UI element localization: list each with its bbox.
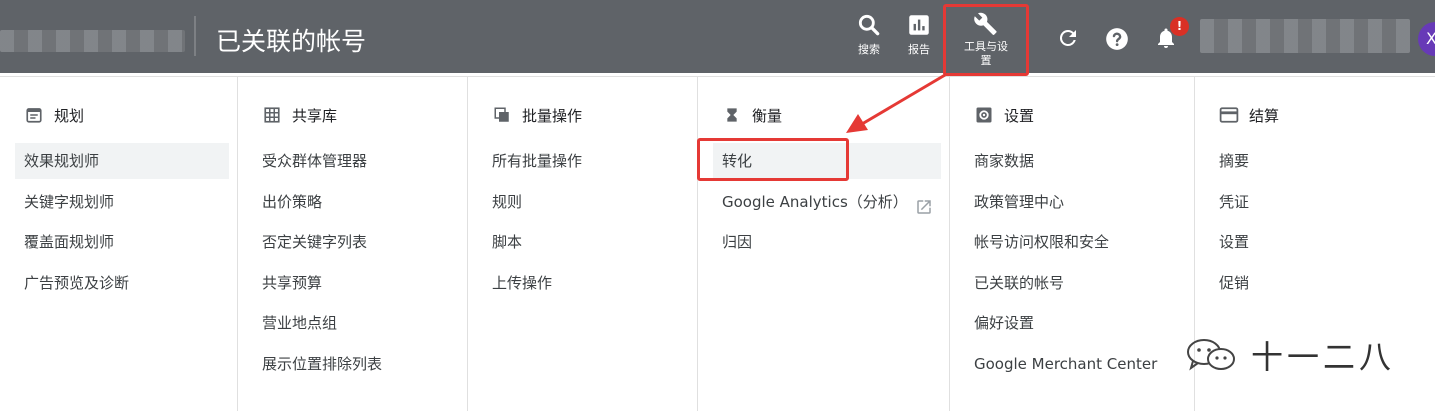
blurred-account-name — [0, 30, 185, 52]
gear-square-icon — [974, 105, 994, 125]
blurred-customer-info — [1200, 19, 1410, 53]
menu-item-rules[interactable]: 规则 — [483, 184, 689, 220]
report-label: 报告 — [908, 43, 930, 56]
wechat-icon — [1187, 339, 1235, 371]
menu-item-uploads[interactable]: 上传操作 — [483, 265, 689, 301]
menu-item-summary[interactable]: 摘要 — [1210, 143, 1427, 179]
hourglass-icon — [722, 105, 742, 125]
menu-item-linked-accounts[interactable]: 已关联的帐号 — [965, 265, 1186, 301]
copy-icon — [492, 105, 512, 125]
menu-item-label: Google Analytics（分析） — [722, 192, 908, 211]
watermark: 十一二八 — [1185, 332, 1395, 378]
menu-column-bulk-actions: 批量操作 所有批量操作 规则 脚本 上传操作 — [468, 77, 698, 411]
bar-chart-icon — [909, 15, 929, 35]
notification-badge: ! — [1170, 17, 1189, 36]
menu-item-promotions[interactable]: 促销 — [1210, 265, 1427, 301]
menu-item-scripts[interactable]: 脚本 — [483, 224, 689, 260]
top-app-bar: 已关联的帐号 搜索 报告 工具与设 置 ! X — [0, 0, 1435, 76]
menu-item-location-groups[interactable]: 营业地点组 — [253, 305, 459, 341]
menu-item-billing-settings[interactable]: 设置 — [1210, 224, 1427, 260]
grid-icon — [262, 105, 282, 125]
column-header: 设置 — [974, 104, 1034, 126]
tools-and-settings-button[interactable]: 工具与设 置 — [943, 4, 1029, 76]
watermark-text: 十一二八 — [1251, 338, 1396, 376]
search-label: 搜索 — [858, 43, 880, 56]
menu-item-documents[interactable]: 凭证 — [1210, 184, 1427, 220]
search-button[interactable]: 搜索 — [856, 12, 882, 57]
calendar-icon — [24, 105, 44, 125]
menu-item-performance-planner[interactable]: 效果规划师 — [15, 143, 229, 179]
search-icon — [858, 14, 880, 36]
menu-item-ad-preview[interactable]: 广告预览及诊断 — [15, 265, 229, 301]
column-title: 结算 — [1249, 106, 1280, 125]
help-icon — [1106, 28, 1128, 50]
menu-column-shared-library: 共享库 受众群体管理器 出价策略 否定关键字列表 共享预算 营业地点组 展示位置… — [238, 77, 468, 411]
menu-item-bid-strategies[interactable]: 出价策略 — [253, 184, 459, 220]
column-title: 规划 — [54, 106, 85, 125]
menu-item-preferences[interactable]: 偏好设置 — [965, 305, 1186, 341]
conversions-highlight-box — [697, 138, 849, 181]
menu-item-google-analytics[interactable]: Google Analytics（分析） — [713, 184, 941, 220]
menu-item-business-data[interactable]: 商家数据 — [965, 143, 1186, 179]
avatar[interactable]: X — [1418, 22, 1435, 56]
column-header: 规划 — [24, 104, 84, 126]
menu-item-shared-budgets[interactable]: 共享预算 — [253, 265, 459, 301]
menu-column-setup: 设置 商家数据 政策管理中心 帐号访问权限和安全 已关联的帐号 偏好设置 Goo… — [950, 77, 1195, 411]
column-title: 共享库 — [292, 106, 338, 125]
menu-column-measurement: 衡量 转化 Google Analytics（分析） 归因 — [698, 77, 950, 411]
menu-item-audience-manager[interactable]: 受众群体管理器 — [253, 143, 459, 179]
tools-label-line2: 置 — [980, 54, 992, 67]
column-title: 衡量 — [752, 106, 783, 125]
column-header: 衡量 — [722, 104, 782, 126]
column-header: 共享库 — [262, 104, 337, 126]
menu-item-merchant-center[interactable]: Google Merchant Center — [965, 346, 1186, 382]
refresh-icon — [1059, 29, 1076, 46]
menu-column-planning: 规划 效果规划师 关键字规划师 覆盖面规划师 广告预览及诊断 — [0, 77, 238, 411]
column-title: 批量操作 — [522, 106, 583, 125]
card-icon — [1219, 105, 1239, 125]
wrench-icon — [974, 12, 997, 35]
help-button[interactable] — [1104, 26, 1130, 56]
column-title: 设置 — [1004, 106, 1035, 125]
report-button[interactable]: 报告 — [906, 12, 932, 57]
menu-item-all-bulk-actions[interactable]: 所有批量操作 — [483, 143, 689, 179]
menu-item-keyword-planner[interactable]: 关键字规划师 — [15, 184, 229, 220]
menu-item-negative-keyword-lists[interactable]: 否定关键字列表 — [253, 224, 459, 260]
menu-item-attribution[interactable]: 归因 — [713, 224, 941, 260]
page-title: 已关联的帐号 — [216, 27, 367, 56]
column-header: 批量操作 — [492, 104, 582, 126]
refresh-button[interactable] — [1056, 26, 1080, 54]
header-divider — [194, 16, 196, 56]
menu-item-placement-exclusions[interactable]: 展示位置排除列表 — [253, 346, 459, 382]
tools-label-line1: 工具与设 — [964, 40, 1008, 53]
menu-item-access-and-security[interactable]: 帐号访问权限和安全 — [965, 224, 1186, 260]
column-header: 结算 — [1219, 104, 1279, 126]
menu-item-reach-planner[interactable]: 覆盖面规划师 — [15, 224, 229, 260]
menu-item-policy-manager[interactable]: 政策管理中心 — [965, 184, 1186, 220]
